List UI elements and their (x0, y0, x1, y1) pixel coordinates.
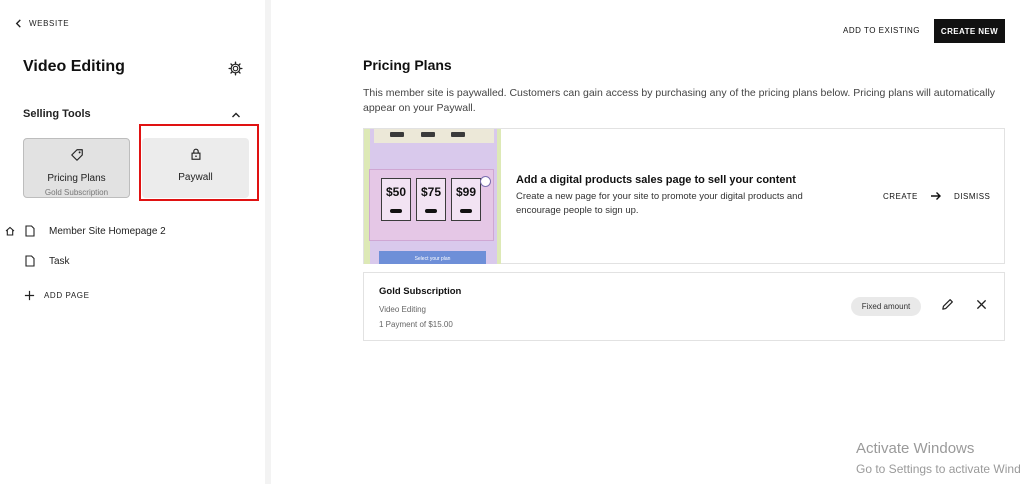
promo-create-button[interactable]: CREATE (883, 191, 942, 201)
promo-card: $50 $75 $99 Select your plan Add a digit… (363, 128, 1005, 264)
price-value: $50 (385, 185, 407, 199)
activation-watermark-subtitle: Go to Settings to activate Wind (856, 462, 1021, 476)
pricing-plans-label: Pricing Plans (47, 173, 106, 184)
price-value: $75 (420, 185, 442, 199)
check-icon (480, 176, 491, 187)
add-to-existing-button[interactable]: ADD TO EXISTING (843, 26, 920, 35)
add-page-button[interactable]: ADD PAGE (24, 290, 90, 301)
sidebar-divider (265, 0, 271, 484)
price-card: $75 (416, 178, 446, 221)
page-item-label: Task (49, 255, 70, 267)
arrow-right-icon (930, 192, 941, 200)
tag-icon (70, 149, 83, 161)
selling-tools-heading: Selling Tools (23, 108, 91, 120)
close-icon[interactable] (976, 299, 987, 310)
back-to-website-link[interactable]: WEBSITE (14, 19, 69, 28)
plan-site: Video Editing (379, 305, 426, 314)
page-icon (25, 225, 35, 237)
page-item-label: Member Site Homepage 2 (49, 225, 166, 237)
promo-title: Add a digital products sales page to sel… (516, 174, 796, 186)
activation-watermark-title: Activate Windows (856, 440, 975, 457)
page-icon (25, 255, 35, 267)
add-page-label: ADD PAGE (44, 291, 90, 300)
site-title: Video Editing (23, 58, 125, 75)
highlight-annotation (139, 124, 259, 201)
page-description: This member site is paywalled. Customers… (363, 87, 996, 114)
pencil-icon[interactable] (941, 298, 954, 311)
chevron-left-icon (15, 19, 21, 28)
promo-illustration: $50 $75 $99 Select your plan (364, 129, 501, 264)
promo-dismiss-button[interactable]: DISMISS (954, 192, 990, 201)
plan-name: Gold Subscription (379, 286, 462, 297)
create-new-button[interactable]: CREATE NEW (934, 19, 1005, 43)
pricing-plans-tool[interactable]: Pricing Plans Gold Subscription (23, 138, 130, 198)
price-card: $50 (381, 178, 411, 221)
page-title: Pricing Plans (363, 57, 452, 73)
pricing-plans-sublabel: Gold Subscription (44, 188, 109, 197)
plus-icon (24, 290, 35, 301)
plan-type-badge: Fixed amount (851, 297, 921, 316)
back-link-label: WEBSITE (29, 19, 70, 28)
price-value: $99 (455, 185, 477, 199)
promo-create-label: CREATE (883, 191, 918, 201)
chevron-up-icon[interactable] (231, 110, 241, 120)
plan-payment: 1 Payment of $15.00 (379, 320, 453, 329)
promo-description: Create a new page for your site to promo… (516, 191, 803, 216)
pricing-plan-row[interactable]: Gold Subscription Video Editing 1 Paymen… (363, 272, 1005, 341)
sidebar: WEBSITE Video Editing Selling Tools Pric… (0, 0, 271, 484)
price-card: $99 (451, 178, 481, 221)
illustration-footer-text: Select your plan (414, 256, 451, 262)
home-icon (5, 226, 15, 236)
gear-icon[interactable] (228, 61, 243, 76)
